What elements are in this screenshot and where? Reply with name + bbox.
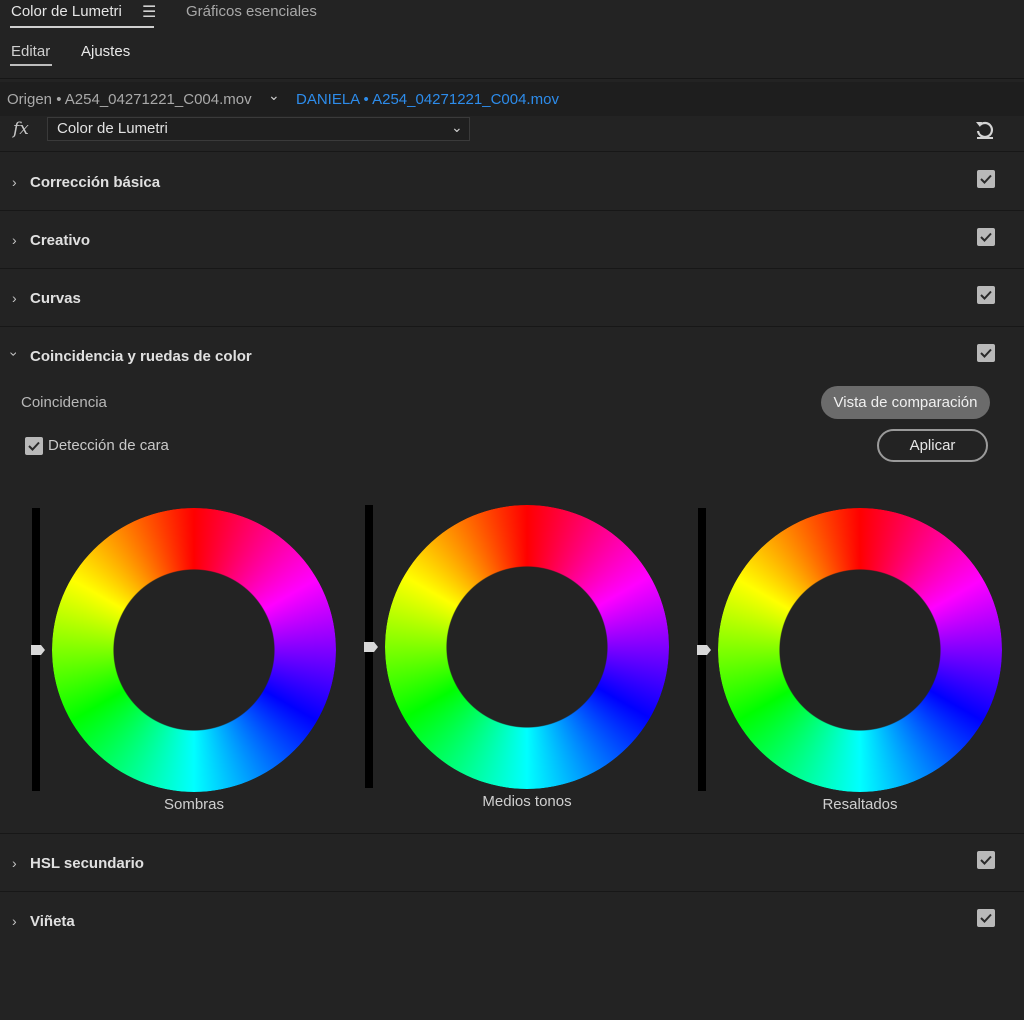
- subtab-edit[interactable]: Editar: [11, 43, 50, 60]
- section-creative[interactable]: Creativo: [30, 232, 90, 249]
- hamburger-menu-icon[interactable]: ☰: [142, 2, 156, 22]
- midtones-slider-handle[interactable]: [363, 641, 379, 653]
- subtab-indicator: [10, 64, 52, 66]
- midtones-label: Medios tonos: [482, 793, 572, 810]
- section-enable-checkbox[interactable]: [977, 228, 995, 246]
- section-enable-checkbox[interactable]: [977, 344, 995, 362]
- divider: [0, 151, 1024, 152]
- divider: [0, 268, 1024, 269]
- sequence-clip-link[interactable]: DANIELA • A254_04271221_C004.mov: [296, 91, 559, 108]
- midtones-color-wheel[interactable]: [385, 505, 669, 789]
- active-tab-indicator: [10, 26, 154, 28]
- chevron-down-icon[interactable]: ›: [6, 352, 22, 357]
- chevron-down-icon[interactable]: ⌄: [268, 87, 280, 104]
- chevron-right-icon[interactable]: ›: [12, 174, 17, 190]
- face-detection-checkbox[interactable]: [25, 437, 43, 455]
- shadows-label: Sombras: [163, 796, 225, 813]
- tab-lumetri-color[interactable]: Color de Lumetri: [11, 3, 122, 20]
- chevron-right-icon[interactable]: ›: [12, 855, 17, 871]
- shadows-color-wheel[interactable]: [52, 508, 336, 792]
- divider: [0, 891, 1024, 892]
- apply-button[interactable]: Aplicar: [877, 429, 988, 462]
- highlights-slider-handle[interactable]: [696, 644, 712, 656]
- chevron-right-icon[interactable]: ›: [12, 232, 17, 248]
- section-color-match[interactable]: Coincidencia y ruedas de color: [30, 348, 252, 365]
- chevron-right-icon[interactable]: ›: [12, 913, 17, 929]
- chevron-right-icon[interactable]: ›: [12, 290, 17, 306]
- section-enable-checkbox[interactable]: [977, 851, 995, 869]
- highlights-label: Resaltados: [822, 796, 898, 813]
- section-enable-checkbox[interactable]: [977, 286, 995, 304]
- effect-select-value: Color de Lumetri: [57, 120, 168, 137]
- tab-essential-graphics[interactable]: Gráficos esenciales: [186, 3, 317, 20]
- reset-icon[interactable]: [972, 116, 998, 142]
- face-detection-label[interactable]: Detección de cara: [48, 437, 169, 454]
- subtab-settings[interactable]: Ajustes: [81, 43, 130, 60]
- shadows-slider-handle[interactable]: [30, 644, 46, 656]
- fx-icon: fx: [13, 119, 29, 139]
- section-curves[interactable]: Curvas: [30, 290, 81, 307]
- chevron-down-icon[interactable]: ⌄: [451, 119, 463, 136]
- section-vignette[interactable]: Viñeta: [30, 913, 75, 930]
- source-origin[interactable]: Origen • A254_04271221_C004.mov: [7, 91, 252, 108]
- match-label: Coincidencia: [21, 394, 107, 411]
- divider: [0, 326, 1024, 327]
- divider: [0, 210, 1024, 211]
- section-hsl-secondary[interactable]: HSL secundario: [30, 855, 144, 872]
- divider: [0, 833, 1024, 834]
- highlights-color-wheel[interactable]: [718, 508, 1002, 792]
- section-enable-checkbox[interactable]: [977, 170, 995, 188]
- comparison-view-button[interactable]: Vista de comparación: [821, 386, 990, 419]
- section-enable-checkbox[interactable]: [977, 909, 995, 927]
- section-basic-correction[interactable]: Corrección básica: [30, 174, 160, 191]
- header-divider: [0, 78, 1024, 79]
